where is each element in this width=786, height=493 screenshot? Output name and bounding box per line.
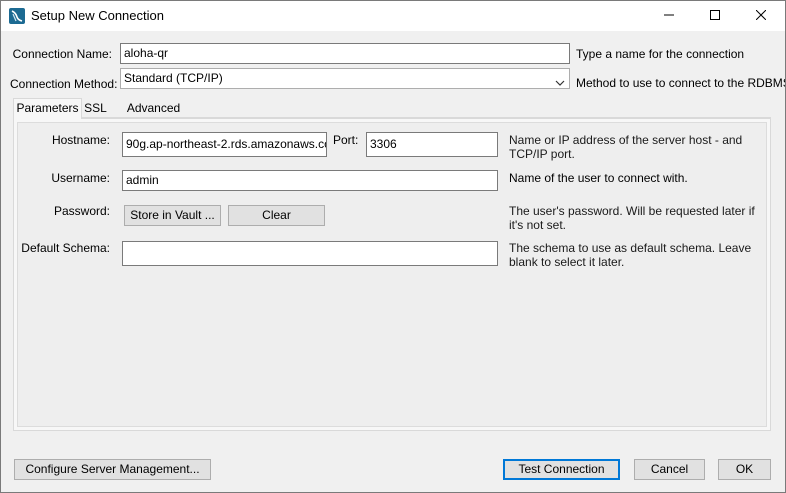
cancel-button[interactable]: Cancel xyxy=(634,459,705,480)
minimize-icon xyxy=(664,9,674,23)
mysql-workbench-icon xyxy=(9,8,25,24)
test-connection-button[interactable]: Test Connection xyxy=(503,459,620,480)
hostname-hint: Name or IP address of the server host - … xyxy=(509,133,743,161)
default-schema-label: Default Schema: xyxy=(21,241,110,255)
store-in-vault-button[interactable]: Store in Vault ... xyxy=(124,205,221,226)
window-title: Setup New Connection xyxy=(31,8,164,23)
password-label: Password: xyxy=(53,204,110,218)
username-hint: Name of the user to connect with. xyxy=(509,171,688,185)
ok-button[interactable]: OK xyxy=(718,459,771,480)
connection-name-label: Connection Name: xyxy=(12,47,112,61)
port-label: Port: xyxy=(333,133,359,147)
connection-method-label: Connection Method: xyxy=(10,77,118,91)
default-schema-hint: The schema to use as default schema. Lea… xyxy=(509,241,752,269)
tab-parameters[interactable]: Parameters xyxy=(13,98,82,119)
tab-advanced[interactable]: Advanced xyxy=(124,100,183,118)
close-icon xyxy=(755,9,767,23)
parameters-group xyxy=(17,122,767,427)
connection-name-input[interactable]: aloha-qr xyxy=(120,43,570,64)
username-input[interactable]: admin xyxy=(122,170,498,191)
password-hint: The user's password. Will be requested l… xyxy=(509,204,755,232)
configure-server-management-button[interactable]: Configure Server Management... xyxy=(14,459,211,480)
default-schema-input[interactable] xyxy=(122,241,498,266)
connection-method-select[interactable]: Standard (TCP/IP) xyxy=(120,68,570,89)
minimize-button[interactable] xyxy=(646,0,692,31)
clear-password-button[interactable]: Clear xyxy=(228,205,325,226)
hostname-input[interactable]: 90g.ap-northeast-2.rds.amazonaws.com xyxy=(122,132,327,157)
connection-method-value: Standard (TCP/IP) xyxy=(124,71,223,85)
chevron-down-icon xyxy=(555,74,565,93)
connection-method-hint: Method to use to connect to the RDBMS xyxy=(576,76,786,90)
maximize-button[interactable] xyxy=(692,0,738,31)
hostname-label: Hostname: xyxy=(51,133,110,147)
port-input[interactable]: 3306 xyxy=(366,132,498,157)
username-label: Username: xyxy=(51,171,110,185)
maximize-icon xyxy=(710,9,720,23)
close-button[interactable] xyxy=(738,0,784,31)
connection-name-hint: Type a name for the connection xyxy=(576,47,745,61)
tab-ssl[interactable]: SSL xyxy=(82,100,109,118)
